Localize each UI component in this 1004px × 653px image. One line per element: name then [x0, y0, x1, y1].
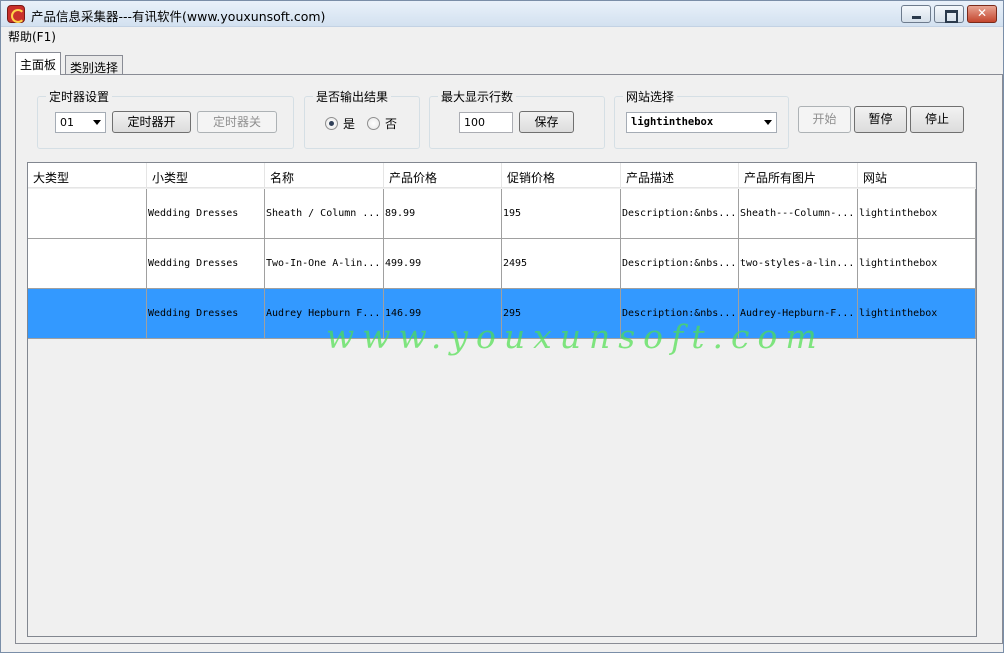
- table-row[interactable]: Wedding Dresses Sheath / Column ... 89.9…: [28, 189, 976, 239]
- maximize-button[interactable]: [934, 5, 964, 23]
- stop-button[interactable]: 停止: [910, 106, 964, 133]
- app-window: 产品信息采集器---有讯软件(www.youxunsoft.com) 帮助(F1…: [0, 0, 1004, 653]
- menu-help[interactable]: 帮助(F1): [8, 28, 56, 45]
- table-row[interactable]: Wedding Dresses Two-In-One A-lin... 499.…: [28, 239, 976, 289]
- output-no-label: 否: [385, 117, 398, 131]
- cell-price: 499.99: [384, 239, 502, 289]
- watermark: www.youxunsoft.com: [326, 317, 825, 356]
- cell-subcategory: Wedding Dresses: [147, 189, 265, 239]
- minimize-button[interactable]: [901, 5, 931, 23]
- cell-site: lightinthebox: [858, 289, 976, 339]
- column-header-category[interactable]: 大类型: [28, 163, 147, 188]
- cell-name: Two-In-One A-lin...: [265, 239, 384, 289]
- output-yes-radio[interactable]: [325, 117, 338, 130]
- timer-on-button[interactable]: 定时器开: [112, 111, 191, 133]
- output-no-radio[interactable]: [367, 117, 380, 130]
- cell-site: lightinthebox: [858, 239, 976, 289]
- column-header-promo-price[interactable]: 促销价格: [502, 163, 621, 188]
- cell-subcategory: Wedding Dresses: [147, 239, 265, 289]
- output-yes-label: 是: [343, 117, 356, 131]
- menu-bar: 帮助(F1): [1, 27, 1003, 45]
- chevron-down-icon: [764, 120, 772, 125]
- cell-images: two-styles-a-lin...: [739, 239, 858, 289]
- column-header-subcategory[interactable]: 小类型: [147, 163, 265, 188]
- cell-subcategory: Wedding Dresses: [147, 289, 265, 339]
- window-title: 产品信息采集器---有讯软件(www.youxunsoft.com): [31, 9, 326, 24]
- column-header-images[interactable]: 产品所有图片: [739, 163, 858, 188]
- timer-off-button[interactable]: 定时器关: [197, 111, 277, 133]
- column-header-description[interactable]: 产品描述: [621, 163, 739, 188]
- cell-promo-price: 195: [502, 189, 621, 239]
- cell-images: Sheath---Column-...: [739, 189, 858, 239]
- tab-main-panel[interactable]: 主面板: [15, 52, 62, 75]
- table-header: 大类型 小类型 名称 产品价格 促销价格 产品描述 产品所有图片 网站: [28, 163, 976, 188]
- cell-promo-price: 2495: [502, 239, 621, 289]
- cell-name: Sheath / Column ...: [265, 189, 384, 239]
- timer-interval-value: 01: [60, 116, 74, 129]
- site-select[interactable]: lightinthebox: [626, 112, 777, 133]
- cell-site: lightinthebox: [858, 189, 976, 239]
- cell-description: Description:&nbs...: [621, 189, 739, 239]
- cell-price: 89.99: [384, 189, 502, 239]
- close-button[interactable]: [967, 5, 997, 23]
- save-button[interactable]: 保存: [519, 111, 574, 133]
- cell-description: Description:&nbs...: [621, 239, 739, 289]
- site-group-title: 网站选择: [623, 88, 678, 105]
- site-select-value: lightinthebox: [631, 116, 714, 128]
- output-group: 是否输出结果: [304, 88, 420, 149]
- column-header-name[interactable]: 名称: [265, 163, 384, 188]
- max-rows-input[interactable]: 100: [459, 112, 513, 133]
- timer-group-title: 定时器设置: [46, 88, 113, 105]
- output-group-title: 是否输出结果: [313, 88, 392, 105]
- title-bar[interactable]: 产品信息采集器---有讯软件(www.youxunsoft.com): [1, 1, 1003, 27]
- results-table[interactable]: 大类型 小类型 名称 产品价格 促销价格 产品描述 产品所有图片 网站 Wedd…: [27, 162, 977, 637]
- column-header-site[interactable]: 网站: [858, 163, 976, 188]
- app-logo-icon: [7, 5, 25, 23]
- chevron-down-icon: [93, 120, 101, 125]
- tab-category-select[interactable]: 类别选择: [65, 55, 124, 76]
- cell-category: [28, 239, 147, 289]
- max-rows-group: 最大显示行数: [429, 88, 605, 149]
- pause-button[interactable]: 暂停: [854, 106, 907, 133]
- timer-interval-select[interactable]: 01: [55, 112, 106, 133]
- max-rows-group-title: 最大显示行数: [438, 88, 517, 105]
- start-button[interactable]: 开始: [798, 106, 851, 133]
- column-header-price[interactable]: 产品价格: [384, 163, 502, 188]
- cell-category: [28, 289, 147, 339]
- cell-category: [28, 189, 147, 239]
